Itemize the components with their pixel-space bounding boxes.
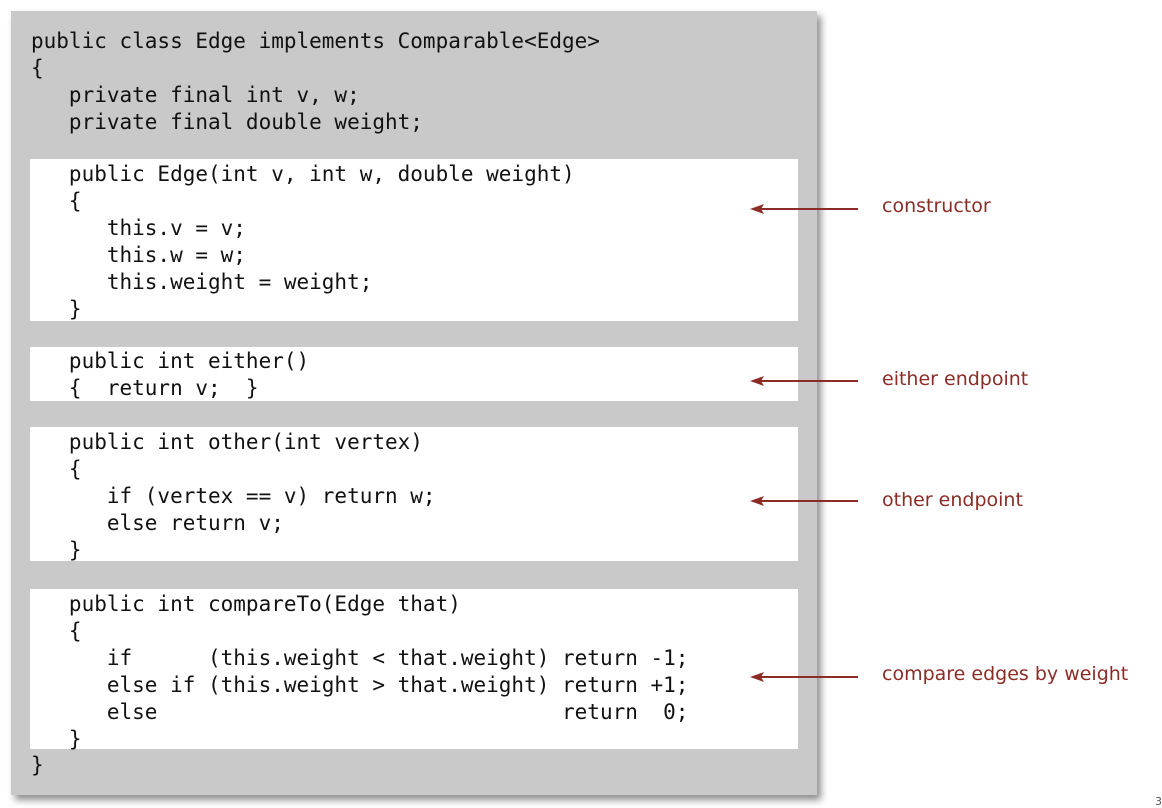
- code-line: {: [31, 457, 82, 481]
- either-arrow-icon: [750, 376, 858, 386]
- constructor-annotation: constructor: [882, 195, 991, 217]
- code-line: }: [31, 727, 82, 751]
- constructor-code: public Edge(int v, int w, double weight)…: [31, 161, 575, 323]
- code-line: public int either(): [31, 349, 310, 373]
- code-line: }: [31, 538, 82, 562]
- class-header-code: public class Edge implements Comparable<…: [31, 28, 600, 136]
- compare-arrow-icon: [750, 672, 858, 682]
- code-line: public Edge(int v, int w, double weight): [31, 162, 575, 186]
- code-line: public int other(int vertex): [31, 430, 423, 454]
- code-line: }: [31, 753, 44, 777]
- compare-annotation: compare edges by weight: [882, 663, 1129, 685]
- code-line: public int compareTo(Edge that): [31, 592, 461, 616]
- compare-code: public int compareTo(Edge that) { if (th…: [31, 591, 689, 753]
- code-line: { return v; }: [31, 376, 259, 400]
- other-annotation: other endpoint: [882, 489, 1023, 511]
- class-closing-code: }: [31, 752, 44, 779]
- code-line: this.w = w;: [31, 243, 246, 267]
- either-code: public int either() { return v; }: [31, 348, 309, 402]
- code-line: private final int v, w;: [31, 83, 360, 107]
- other-code: public int other(int vertex) { if (verte…: [31, 429, 436, 564]
- code-line: else if (this.weight > that.weight) retu…: [31, 673, 689, 697]
- code-line: {: [31, 189, 82, 213]
- code-line: public class Edge implements Comparable<…: [31, 29, 600, 53]
- code-line: else return v;: [31, 511, 284, 535]
- code-line: {: [31, 56, 44, 80]
- code-panel: public class Edge implements Comparable<…: [11, 11, 817, 795]
- code-line: else return 0;: [31, 700, 689, 724]
- code-line: this.weight = weight;: [31, 270, 373, 294]
- slide: public class Edge implements Comparable<…: [0, 0, 1162, 808]
- other-arrow-icon: [750, 496, 858, 506]
- code-line: {: [31, 619, 82, 643]
- code-line: this.v = v;: [31, 216, 246, 240]
- constructor-arrow-icon: [750, 204, 858, 214]
- code-line: private final double weight;: [31, 110, 423, 134]
- code-line: if (this.weight < that.weight) return -1…: [31, 646, 689, 670]
- either-annotation: either endpoint: [882, 368, 1029, 390]
- code-line: if (vertex == v) return w;: [31, 484, 436, 508]
- code-line: }: [31, 297, 82, 321]
- page-number: 3: [1155, 795, 1162, 808]
